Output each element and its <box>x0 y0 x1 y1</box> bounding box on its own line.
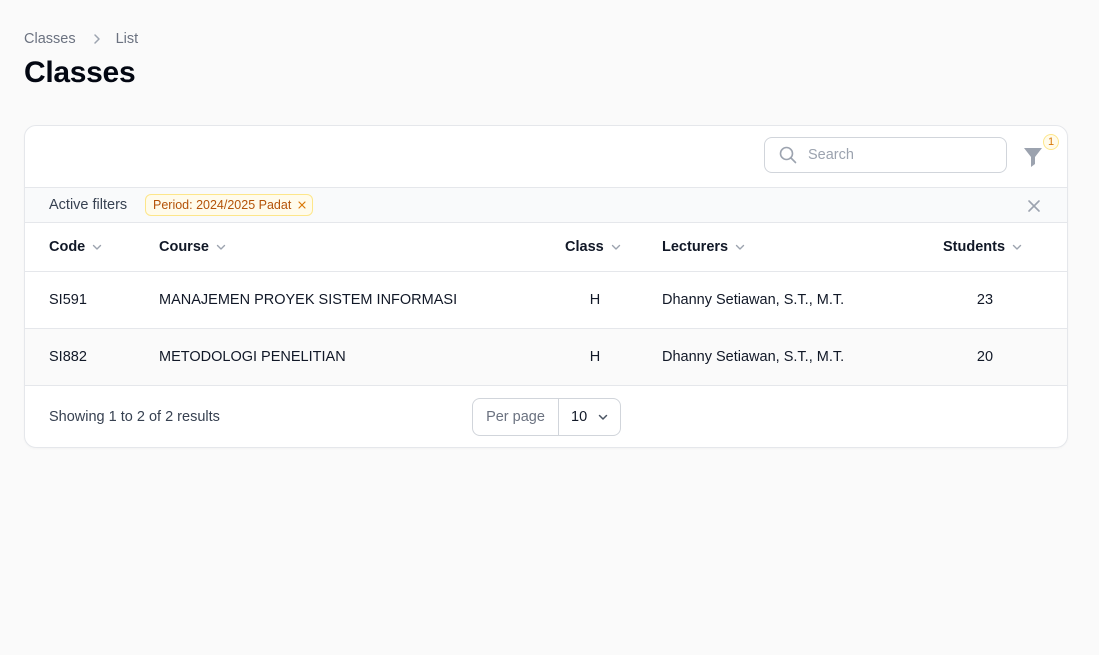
table-header: Code Course Class Lecturers Students <box>25 223 1067 272</box>
cell-class: H <box>589 292 601 308</box>
cell-students: 23 <box>976 292 994 308</box>
filter-button[interactable] <box>1022 145 1046 169</box>
breadcrumb-current: List <box>115 31 139 47</box>
cell-code: SI591 <box>49 292 87 308</box>
column-label: Lecturers <box>662 239 729 255</box>
cell-course: MANAJEMEN PROYEK SISTEM INFORMASI <box>159 292 458 308</box>
per-page-value: 10 <box>571 409 588 425</box>
table-toolbar: 1 <box>25 126 1067 187</box>
column-label: Students <box>943 239 1006 255</box>
page: Classes List Classes 1 Active filters Pe… <box>0 0 1099 655</box>
sort-chevron-icon <box>1011 241 1023 253</box>
active-filters-bar: Active filters Period: 2024/2025 Padat <box>25 187 1067 223</box>
filter-icon <box>1024 148 1042 167</box>
clear-filters-icon[interactable] <box>1026 198 1042 214</box>
search-box <box>764 137 1007 173</box>
table-footer: Showing 1 to 2 of 2 results Per page 10 <box>25 387 1067 447</box>
breadcrumb-classes-link[interactable]: Classes <box>24 31 76 47</box>
per-page-control: Per page 10 <box>472 398 621 436</box>
column-header-class[interactable]: Class <box>565 239 622 255</box>
column-label: Code <box>49 239 86 255</box>
sort-chevron-icon <box>610 241 622 253</box>
column-header-students[interactable]: Students <box>943 239 1023 255</box>
period-filter-chip: Period: 2024/2025 Padat <box>145 194 314 216</box>
table-row[interactable]: SI591 MANAJEMEN PROYEK SISTEM INFORMASI … <box>25 272 1067 329</box>
chevron-down-icon <box>597 411 609 423</box>
column-label: Course <box>159 239 209 255</box>
chevron-right-icon <box>90 32 104 46</box>
cell-lecturers: Dhanny Setiawan, S.T., M.T. <box>662 292 845 308</box>
period-filter-chip-label: Period: 2024/2025 Padat <box>153 198 292 212</box>
active-filters-label: Active filters <box>49 197 128 213</box>
cell-students: 20 <box>976 349 994 365</box>
cell-class: H <box>589 349 601 365</box>
results-summary: Showing 1 to 2 of 2 results <box>49 409 220 425</box>
column-header-course[interactable]: Course <box>159 239 227 255</box>
cell-code: SI882 <box>49 349 87 365</box>
breadcrumb: Classes List <box>24 31 138 47</box>
sort-chevron-icon <box>734 241 746 253</box>
sort-chevron-icon <box>91 241 103 253</box>
search-icon <box>778 145 798 165</box>
page-title: Classes <box>24 56 136 89</box>
column-label: Class <box>565 239 604 255</box>
sort-chevron-icon <box>215 241 227 253</box>
per-page-select[interactable]: 10 <box>559 399 620 435</box>
filter-count-badge: 1 <box>1043 134 1059 150</box>
per-page-label: Per page <box>473 399 559 435</box>
column-header-lecturers[interactable]: Lecturers <box>662 239 746 255</box>
classes-table-card: 1 Active filters Period: 2024/2025 Padat… <box>24 125 1068 448</box>
remove-filter-icon[interactable] <box>298 201 306 209</box>
column-header-code[interactable]: Code <box>49 239 103 255</box>
cell-course: METODOLOGI PENELITIAN <box>159 349 346 365</box>
cell-lecturers: Dhanny Setiawan, S.T., M.T. <box>662 349 845 365</box>
table-row[interactable]: SI882 METODOLOGI PENELITIAN H Dhanny Set… <box>25 329 1067 386</box>
classes-table: Code Course Class Lecturers Students SI5… <box>25 223 1067 386</box>
search-input[interactable] <box>806 146 1000 164</box>
